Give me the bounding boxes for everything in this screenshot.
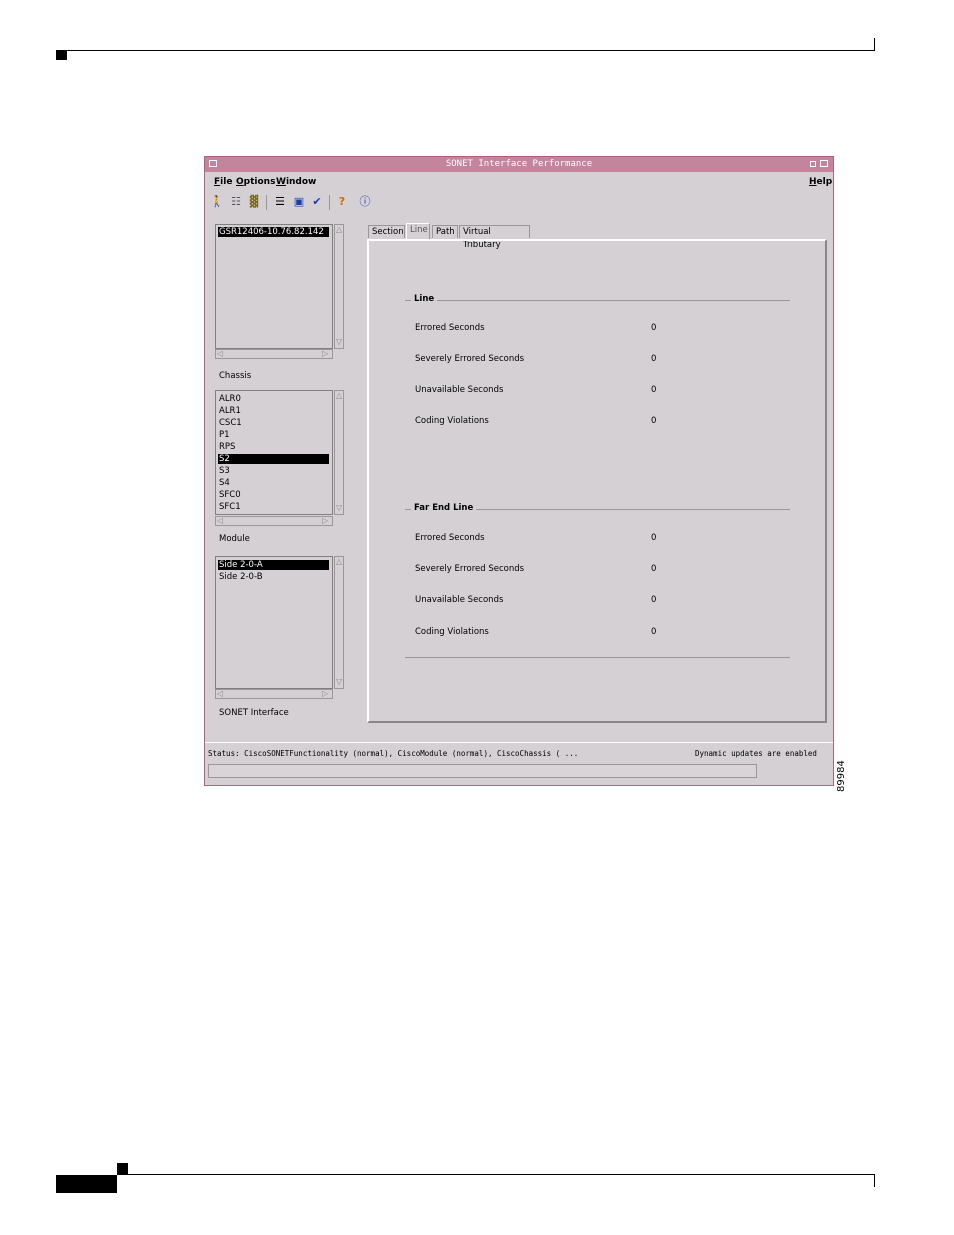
window-menu-icon[interactable] [209, 160, 217, 167]
far-end-severely-errored-seconds-label: Severely Errored Seconds [415, 564, 525, 574]
list-item[interactable]: SFC0 [218, 490, 329, 500]
far-end-group-title: Far End Line [411, 503, 477, 513]
checkmark-icon[interactable]: ✔ [309, 194, 325, 210]
list-item[interactable]: GSR12406-10.76.82.142 [218, 227, 329, 237]
line-coding-violations-label: Coding Violations [415, 416, 489, 426]
tab-path[interactable]: Path [432, 225, 458, 238]
list-item[interactable]: P1 [218, 430, 329, 440]
info-icon[interactable]: ⓘ [357, 194, 373, 210]
list-item[interactable]: S2 [218, 454, 329, 464]
line-severely-errored-seconds-value: 0 [651, 354, 657, 364]
figure-number: 89984 [836, 760, 847, 792]
line-severely-errored-seconds-label: Severely Errored Seconds [415, 354, 525, 364]
footer-block [56, 1175, 117, 1193]
far-end-errored-seconds-value: 0 [651, 533, 657, 543]
scroll-down-icon[interactable]: ▽ [336, 678, 342, 686]
scroll-right-icon[interactable]: ▷ [322, 517, 328, 525]
interface-list-hscroll[interactable]: ◁ ▷ [215, 689, 333, 699]
interface-list[interactable]: Side 2-0-A Side 2-0-B [215, 556, 333, 689]
interface-list-vscroll[interactable]: △ ▽ [334, 556, 344, 689]
title-bar[interactable]: SONET Interface Performance [205, 157, 833, 172]
line-group-border [405, 300, 790, 301]
line-errored-seconds-value: 0 [651, 323, 657, 333]
monitor-icon[interactable]: ▣ [291, 194, 307, 210]
device-list-vscroll[interactable]: △ ▽ [334, 224, 344, 349]
scroll-up-icon[interactable]: △ [336, 558, 342, 566]
list-icon[interactable]: ☰ [272, 194, 288, 210]
tab-virtual-tributary[interactable]: Virtual Tributary [459, 225, 530, 250]
menu-file[interactable]: File [214, 177, 232, 187]
toolbar: 🚶 ☷ ▓ ☰ ▣ ✔ ? ⓘ [209, 194, 829, 212]
far-end-group-bottom-border [405, 657, 790, 658]
window-title: SONET Interface Performance [445, 159, 593, 169]
scroll-left-icon[interactable]: ◁ [217, 350, 223, 358]
scroll-up-icon[interactable]: △ [336, 392, 342, 400]
footer-tick [874, 1174, 875, 1187]
module-list[interactable]: ALR0 ALR1 CSC1 P1 RPS S2 S3 S4 SFC0 SFC1 [215, 390, 333, 515]
list-item[interactable]: CSC1 [218, 418, 329, 428]
footer-marker [117, 1163, 128, 1174]
device-list[interactable]: GSR12406-10.76.82.142 [215, 224, 333, 349]
chassis-icon[interactable]: ▓ [246, 194, 262, 210]
line-coding-violations-value: 0 [651, 416, 657, 426]
status-message-field [208, 764, 757, 778]
list-item[interactable]: SFC1 [218, 502, 329, 512]
menu-window[interactable]: Window [276, 177, 316, 187]
status-text: Status: CiscoSONETFunctionality (normal)… [208, 749, 579, 758]
module-list-hscroll[interactable]: ◁ ▷ [215, 516, 333, 526]
list-item[interactable]: Side 2-0-B [218, 572, 329, 582]
chassis-label: Chassis [219, 371, 252, 381]
dynamic-updates-status: Dynamic updates are enabled [695, 749, 817, 758]
device-list-hscroll[interactable]: ◁ ▷ [215, 349, 333, 359]
footer-rule [117, 1174, 875, 1175]
scroll-left-icon[interactable]: ◁ [217, 690, 223, 698]
scroll-right-icon[interactable]: ▷ [322, 690, 328, 698]
far-end-coding-violations-value: 0 [651, 627, 657, 637]
line-group-title: Line [411, 294, 438, 304]
header-marker [56, 51, 67, 60]
far-end-severely-errored-seconds-value: 0 [651, 564, 657, 574]
scroll-up-icon[interactable]: △ [336, 226, 342, 234]
menu-help[interactable]: Help [809, 177, 832, 187]
far-end-unavailable-seconds-label: Unavailable Seconds [415, 595, 504, 605]
list-item[interactable]: ALR0 [218, 394, 329, 404]
list-item[interactable]: ALR1 [218, 406, 329, 416]
toolbar-separator [329, 195, 330, 210]
menu-options[interactable]: Options [236, 177, 275, 187]
scroll-down-icon[interactable]: ▽ [336, 338, 342, 346]
module-label: Module [219, 534, 250, 544]
toolbar-separator [266, 195, 267, 210]
sonet-performance-window: SONET Interface Performance File Options… [204, 156, 834, 786]
scroll-down-icon[interactable]: ▽ [336, 504, 342, 512]
menu-bar: File Options Window Help [205, 173, 833, 191]
line-unavailable-seconds-value: 0 [651, 385, 657, 395]
list-item[interactable]: Side 2-0-A [218, 560, 329, 570]
scroll-left-icon[interactable]: ◁ [217, 517, 223, 525]
inventory-icon[interactable]: ☷ [228, 194, 244, 210]
tab-content-panel: Line Errored Seconds 0 Severely Errored … [367, 239, 827, 723]
list-item[interactable]: S4 [218, 478, 329, 488]
header-rule [56, 50, 875, 51]
line-unavailable-seconds-label: Unavailable Seconds [415, 385, 504, 395]
status-bar: Status: CiscoSONETFunctionality (normal)… [205, 742, 833, 787]
header-tick [874, 38, 875, 51]
list-item[interactable]: RPS [218, 442, 329, 452]
help-icon[interactable]: ? [334, 194, 350, 210]
maximize-icon[interactable] [820, 160, 828, 167]
tab-section[interactable]: Section [368, 225, 405, 238]
module-list-vscroll[interactable]: △ ▽ [334, 390, 344, 515]
list-item[interactable]: S3 [218, 466, 329, 476]
scroll-right-icon[interactable]: ▷ [322, 350, 328, 358]
tab-line[interactable]: Line [406, 223, 430, 239]
exit-icon[interactable]: 🚶 [209, 194, 225, 210]
far-end-errored-seconds-label: Errored Seconds [415, 533, 485, 543]
far-end-coding-violations-label: Coding Violations [415, 627, 489, 637]
line-errored-seconds-label: Errored Seconds [415, 323, 485, 333]
minimize-icon[interactable] [810, 161, 816, 167]
far-end-unavailable-seconds-value: 0 [651, 595, 657, 605]
sonet-interface-label: SONET Interface [219, 708, 289, 718]
